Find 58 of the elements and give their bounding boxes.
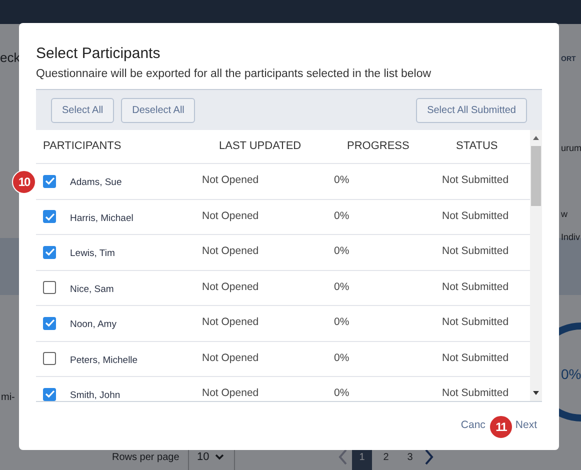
checkbox[interactable] [43, 316, 56, 330]
next-page-icon[interactable] [424, 449, 434, 465]
participant-name: Adams, Sue [70, 176, 122, 190]
table-cell-text: Not Opened [201, 280, 260, 295]
table-cell-text: Not Submitted [441, 386, 510, 401]
participant-name: Lewis, Tim [70, 247, 115, 262]
dialog-subtitle: Questionnaire will be exported for all the participants selected in the list below [36, 67, 432, 82]
toolbar-button[interactable]: Deselect All [121, 98, 196, 122]
participant-name: Nice, Sam [70, 282, 114, 297]
callout-badge: 10 [12, 170, 36, 194]
side-text: Indiv [561, 231, 580, 244]
checkbox[interactable] [43, 174, 56, 188]
table-cell-text: Not Opened [201, 208, 260, 224]
table-cell-text: 0% [333, 244, 350, 260]
table-cell-text: 0% [333, 208, 350, 224]
participant-name: Harris, Michael [70, 212, 134, 226]
participant-name: Smith, John [70, 389, 120, 401]
progress-reading: 0% [561, 365, 581, 384]
checkbox[interactable] [43, 246, 56, 259]
table-cell-text: 0% [333, 350, 350, 366]
previous-page-icon[interactable] [338, 449, 348, 465]
table-cell-text: Not Submitted [441, 350, 510, 366]
column-header: PROGRESS [346, 139, 410, 154]
page-title: eck [0, 49, 20, 67]
cancel-button[interactable]: Canc [460, 418, 486, 434]
side-text: w [561, 208, 568, 221]
table-cell-text: 0% [333, 173, 350, 188]
toolbar-button[interactable]: Select All [51, 98, 114, 122]
checkbox[interactable] [43, 352, 56, 366]
table-cell-text: Not Submitted [441, 315, 510, 330]
dialog-title: Select Participants [36, 44, 162, 64]
next-button[interactable]: Next [515, 418, 537, 434]
caret-icon [215, 454, 224, 460]
rows-per-page-label: Rows per page [112, 451, 180, 465]
participant-name: Peters, Michelle [70, 354, 138, 368]
checkbox[interactable] [43, 388, 56, 401]
select-submitted-button[interactable]: Select All Submitted [416, 98, 527, 122]
table-cell-text: Not Opened [201, 350, 260, 366]
column-header: PARTICIPANTS [42, 139, 122, 154]
table-cell-text: mi- [1, 391, 15, 405]
table-cell-text: Not Opened [201, 244, 260, 260]
table-cell-text: Not Submitted [441, 244, 510, 260]
table-cell-text: Not Submitted [441, 208, 510, 224]
table-cell-text: Not Opened [201, 386, 260, 401]
side-text: urum [561, 142, 581, 155]
table-cell-text: Not Opened [201, 315, 260, 330]
checkbox[interactable] [43, 281, 56, 294]
table-cell-text: Not Opened [201, 173, 260, 188]
column-header: LAST UPDATED [218, 139, 302, 154]
table-cell-text: Not Submitted [441, 280, 510, 295]
table-cell-text: Not Submitted [441, 173, 510, 188]
table-cell-text: 0% [333, 386, 350, 401]
table-cell-text: 0% [333, 315, 350, 330]
column-header: STATUS [455, 139, 499, 154]
checkbox[interactable] [43, 210, 56, 224]
scrollbar[interactable] [530, 130, 542, 401]
participant-name: Noon, Amy [70, 318, 116, 332]
table-cell-text: 0% [333, 280, 350, 295]
